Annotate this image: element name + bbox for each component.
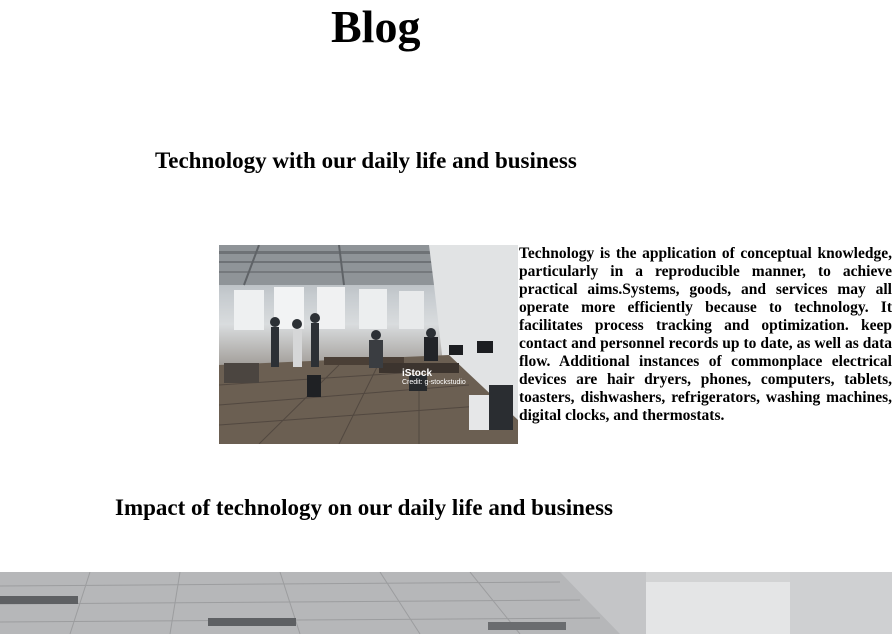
section-heading-impact: Impact of technology on our daily life a… bbox=[115, 495, 613, 520]
page-title: Blog bbox=[331, 1, 421, 52]
office-ceiling-photo bbox=[0, 572, 892, 634]
section-heading-technology: Technology with our daily life and busin… bbox=[155, 148, 577, 173]
watermark-brand: iStock bbox=[402, 368, 433, 379]
section-body-text: Technology is the application of concept… bbox=[519, 245, 892, 424]
office-photo: iStock Credit: g-stockstudio bbox=[219, 245, 518, 444]
watermark-credit: Credit: g-stockstudio bbox=[402, 379, 466, 386]
image-watermark: iStock Credit: g-stockstudio bbox=[402, 369, 466, 387]
